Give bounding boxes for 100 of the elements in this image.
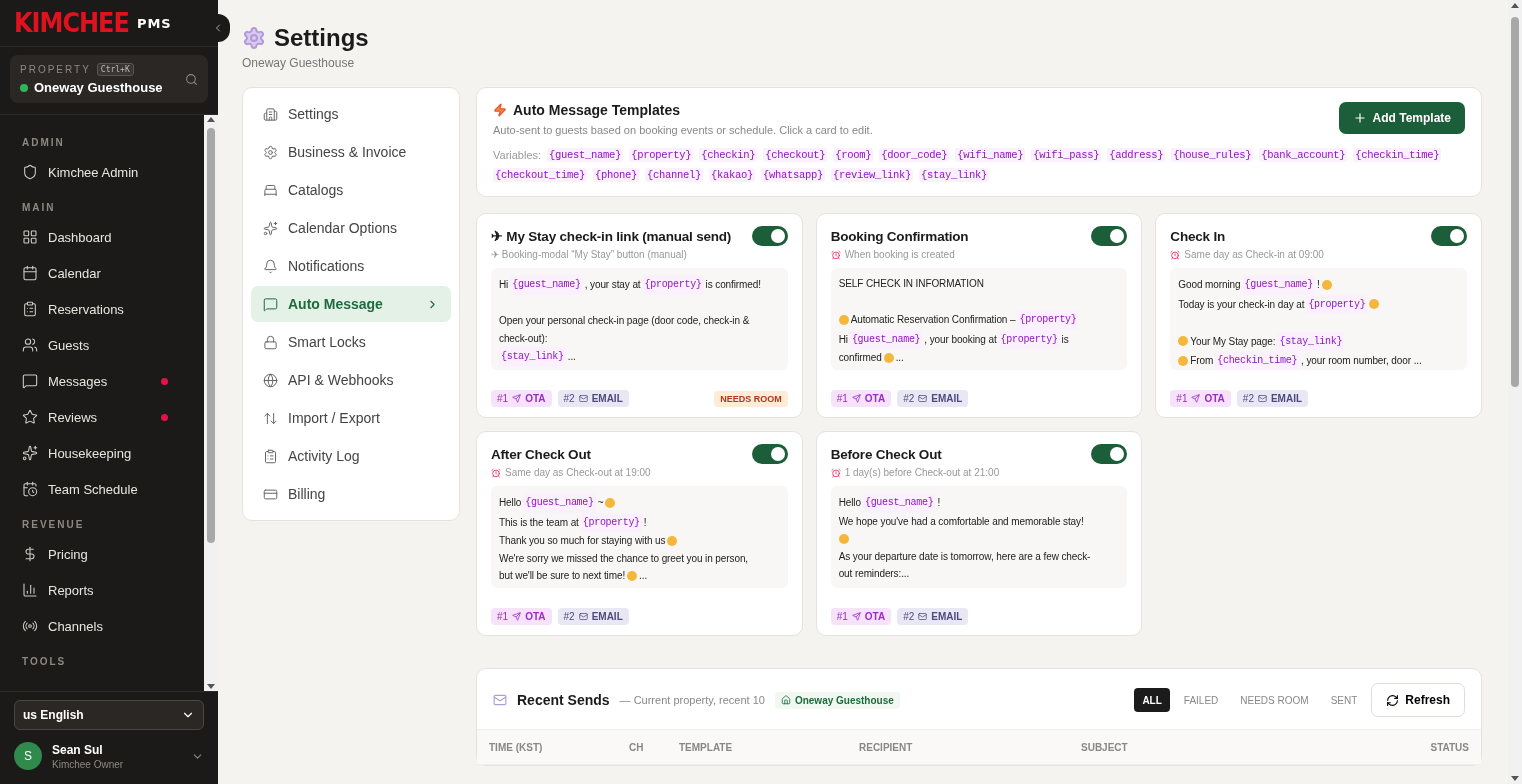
send-icon [512,612,522,621]
nav-item[interactable]: Team Schedule [0,471,204,507]
message-text: Your My Stay page: [1190,334,1276,349]
scrollbar[interactable] [204,115,218,691]
nav-item[interactable]: Reviews [0,399,204,435]
toggle-switch[interactable] [1091,444,1128,464]
house-icon [780,695,791,705]
variable-tag[interactable]: {whatsapp} [761,168,826,182]
variable-tag[interactable]: {property} [629,148,694,162]
settings-nav-item[interactable]: Settings [251,96,451,132]
toggle-switch[interactable] [1091,226,1128,246]
clipboard-icon [263,448,278,464]
property-chip: Oneway Guesthouse [774,691,900,709]
variable-tag[interactable]: {review_link} [831,168,914,182]
toggle-switch[interactable] [751,226,788,246]
section-title: ADMIN [21,136,66,150]
variable-tag[interactable]: {wifi_name} [955,148,1026,162]
settings-nav-item[interactable]: Business & Invoice [251,134,451,170]
scrollbar[interactable] [1508,0,1522,784]
language-select[interactable]: us English [14,700,204,730]
shortcut-key: Ctrl+K [96,63,134,76]
settings-nav-item[interactable]: API & Webhooks [251,362,451,398]
trigger-text: Same day as Check-out at 19:00 [505,467,651,478]
filter-tab[interactable]: NEEDS ROOM [1232,688,1317,712]
filter-tab[interactable]: FAILED [1175,688,1227,712]
variable-tag[interactable]: {door_code} [879,148,950,162]
nav-item[interactable]: Dashboard [0,219,204,255]
trigger-text: When booking is created [844,249,955,260]
sparkle-icon [263,220,278,236]
section-title: TOOLS [21,655,68,669]
variables-label: Variables: [493,149,542,161]
nav-item[interactable]: Calendar [0,255,204,291]
settings-nav-item[interactable]: Notifications [251,248,451,284]
filter-tab[interactable]: SENT [1322,688,1366,712]
lock-icon [263,334,278,350]
avatar: S [14,742,42,770]
variable-tag[interactable]: {channel} [645,168,704,182]
template-card[interactable] [476,213,803,418]
nav-item[interactable]: Housekeeping [0,435,204,471]
search-icon[interactable] [185,72,198,86]
section-title: Auto Message Templates [513,102,680,118]
message-text: confirmed [838,351,882,365]
variable-tag[interactable]: {room} [833,148,874,162]
settings-nav-item[interactable]: Catalogs [251,172,451,208]
template-card[interactable] [815,431,1143,636]
sparkle-icon [22,445,38,461]
emoji-icon [1369,299,1380,310]
message-text: but we'll be sure to next time! [499,569,626,583]
channel-tag: #1 OTA [491,390,552,407]
message-text: ! [937,496,941,510]
send-icon [851,612,861,621]
variable-tag[interactable]: {wifi_pass} [1031,148,1102,162]
variable-tag[interactable]: {address} [1107,148,1166,162]
filter-tab[interactable]: ALL [1134,688,1170,712]
refresh-button[interactable]: Refresh [1371,683,1465,717]
chat-icon [22,373,38,389]
settings-nav-item[interactable]: Auto Message [251,286,451,322]
alarm-clock-icon [1170,249,1181,260]
variable-tag[interactable]: {bank_account} [1259,148,1348,162]
settings-nav-item[interactable]: Billing [251,476,451,512]
variable-tag[interactable]: {stay_link} [919,168,990,182]
column-header: TIME (KST) [489,741,544,753]
message-text: As your departure date is tomorrow, here are a few check- [838,549,1091,564]
property-switcher[interactable]: PROPERTY Ctrl+K Oneway Guesthouse [10,55,208,103]
nav-item[interactable]: Reports [0,572,204,608]
message-text: This is the team at [499,515,579,530]
settings-nav-item[interactable]: Import / Export [251,400,451,436]
settings-nav-item[interactable]: Calendar Options [251,210,451,246]
nav-item[interactable]: Reservations [0,291,204,327]
emoji-icon [838,314,849,325]
variable-tag[interactable]: {checkin_time} [1353,148,1442,162]
toggle-switch[interactable] [751,444,788,464]
add-template-button[interactable]: Add Template [1338,102,1465,134]
template-card[interactable] [1155,213,1482,418]
brand-suffix: PMS [136,15,172,31]
nav-item[interactable]: Guests [0,327,204,363]
variable-tag[interactable]: {guest_name} [547,148,624,162]
settings-nav-item[interactable]: Activity Log [251,438,451,474]
variable-tag[interactable]: {kakao} [709,168,756,182]
message-text: Automatic Reservation Confirmation – [850,313,1016,327]
variable-tag[interactable]: {house_rules} [1171,148,1254,162]
nav-item[interactable]: Pricing [0,536,204,572]
nav-item[interactable]: Kimchee Admin [0,154,204,190]
template-card[interactable] [476,431,803,636]
arrows-icon [263,410,278,426]
variable-tag[interactable]: {checkout_time} [493,168,587,182]
variable-tag: {guest_name} [862,493,936,513]
variable-tag[interactable]: {phone} [593,168,640,182]
variable-tag[interactable]: {checkin} [699,148,758,162]
template-card[interactable]: Booking Confirmation When booking is created SELF CHECK IN INFORMATION Automatic Reservation Confirmation – {property} Hi {guest_name} , your booking at {property} is confirmed ... #1 OTA #2 EMAIL [815,213,1143,418]
variable-tag[interactable]: {checkout} [763,148,828,162]
toggle-switch[interactable] [1431,226,1467,246]
nav-item[interactable]: Channels [0,608,204,644]
settings-nav-item[interactable]: Smart Locks [251,324,451,360]
nav-item[interactable]: Messages [0,363,204,399]
clipboard-icon [22,301,38,317]
section-title: REVENUE [21,518,86,532]
message-text: ! [643,515,647,530]
channel-tag: #2 EMAIL [1236,390,1309,407]
plus-icon [1352,111,1367,125]
